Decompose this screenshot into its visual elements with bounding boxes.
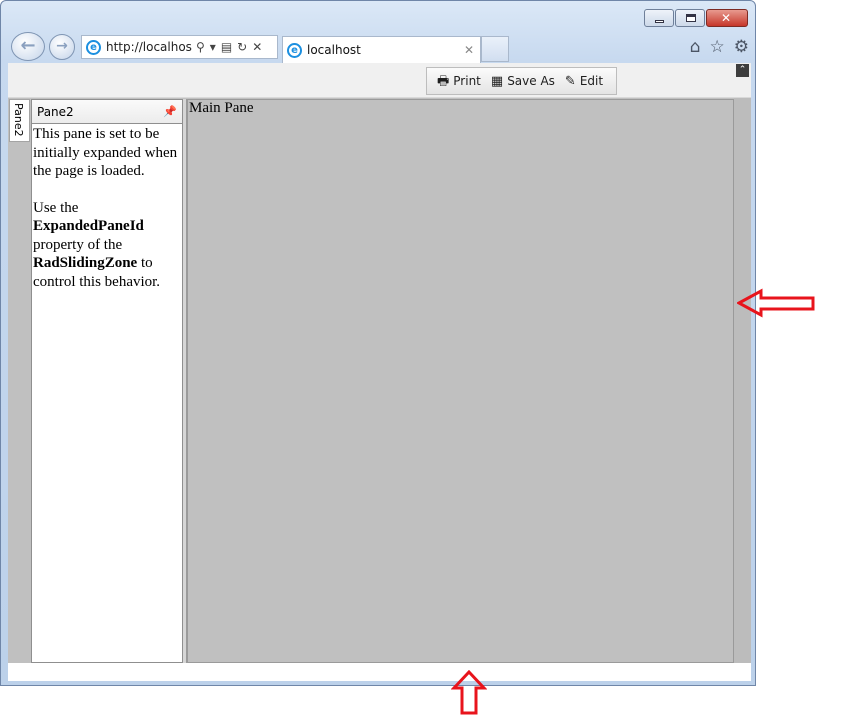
printer-icon: 🖶	[437, 73, 450, 89]
pencil-icon: ✎	[564, 73, 576, 89]
rad-splitter: Pane2 Pane2 📌 This pane is set to be ini…	[8, 98, 751, 663]
bottom-white-strip	[8, 663, 751, 681]
pane2-paragraph-1: This pane is set to be initially expande…	[33, 126, 178, 179]
print-label: Print	[453, 74, 481, 88]
pane2-paragraph-2: Use the ExpandedPaneId property of the R…	[33, 199, 180, 292]
annotation-arrow-up-icon	[451, 670, 487, 715]
address-url[interactable]: http://localhost:	[106, 40, 192, 54]
tab-ie-icon: e	[287, 42, 302, 58]
sliding-zone-tab-pane2[interactable]: Pane2	[9, 99, 30, 142]
save-icon: ▦	[490, 73, 504, 89]
forward-button[interactable]: →	[49, 34, 75, 60]
address-bar-icons: ⚲ ▾ ▤ ↻ ✕	[196, 40, 262, 54]
pane2-body: This pane is set to be initially expande…	[32, 124, 182, 291]
new-tab-button[interactable]	[481, 36, 509, 62]
search-icon[interactable]: ⚲	[196, 40, 205, 54]
toolbar: 🖶 Print ▦ Save As ✎ Edit	[426, 67, 617, 95]
pin-icon[interactable]: 📌	[163, 105, 177, 118]
tools-icon[interactable]: ⚙	[734, 37, 749, 57]
sliding-zone: Pane2	[8, 98, 30, 663]
browser-tab[interactable]: e localhost ✕	[282, 36, 481, 63]
home-icon[interactable]: ⌂	[690, 37, 701, 57]
para2-mid: property of the	[33, 236, 123, 253]
minimize-button[interactable]	[644, 9, 674, 27]
browser-right-icons: ⌂ ☆ ⚙	[690, 37, 749, 57]
para2-prefix: Use the	[33, 199, 79, 216]
edit-label: Edit	[579, 74, 604, 88]
tab-close-icon[interactable]: ✕	[464, 43, 474, 57]
expanded-pane-id-term: ExpandedPaneId	[33, 218, 144, 234]
pane2-title: Pane2	[37, 104, 74, 119]
annotation-arrow-left-icon	[737, 288, 815, 318]
right-edge-strip	[734, 98, 751, 663]
save-as-label: Save As	[507, 74, 555, 88]
edit-button[interactable]: ✎ Edit	[561, 70, 607, 92]
sliding-pane-pane2: Pane2 📌 This pane is set to be initially…	[31, 99, 183, 663]
maximize-button[interactable]	[675, 9, 705, 27]
favorites-icon[interactable]: ☆	[710, 37, 725, 57]
back-button[interactable]: ←	[11, 32, 45, 61]
back-arrow-icon: ←	[20, 35, 36, 56]
pane2-header: Pane2 📌	[32, 100, 182, 124]
dropdown-icon[interactable]: ▾	[210, 40, 216, 54]
main-pane-label: Main Pane	[189, 100, 254, 116]
tab-title: localhost	[307, 43, 361, 57]
stop-icon[interactable]: ✕	[252, 40, 262, 54]
rad-sliding-zone-term: RadSlidingZone	[33, 255, 138, 271]
ie-logo-icon: e	[86, 39, 101, 55]
print-button[interactable]: 🖶 Print	[433, 70, 485, 92]
main-pane: Main Pane	[187, 99, 734, 663]
caption-buttons	[644, 9, 748, 27]
zone-tab-label: Pane2	[12, 103, 25, 137]
address-bar[interactable]: e http://localhost: ⚲ ▾ ▤ ↻ ✕	[81, 35, 278, 59]
command-bar: 🖶 Print ▦ Save As ✎ Edit ⌃	[8, 63, 751, 98]
page-content: 🖶 Print ▦ Save As ✎ Edit ⌃ Pane2 Pane2 📌…	[8, 63, 751, 681]
save-as-button[interactable]: ▦ Save As	[487, 70, 559, 92]
forward-arrow-icon: →	[56, 38, 68, 54]
refresh-icon[interactable]: ↻	[237, 40, 247, 54]
compatibility-icon[interactable]: ▤	[221, 40, 232, 54]
collapse-up-icon[interactable]: ⌃	[736, 64, 749, 77]
close-button[interactable]	[706, 9, 748, 27]
browser-window: ← → e http://localhost: ⚲ ▾ ▤ ↻ ✕ e loca…	[0, 0, 756, 686]
